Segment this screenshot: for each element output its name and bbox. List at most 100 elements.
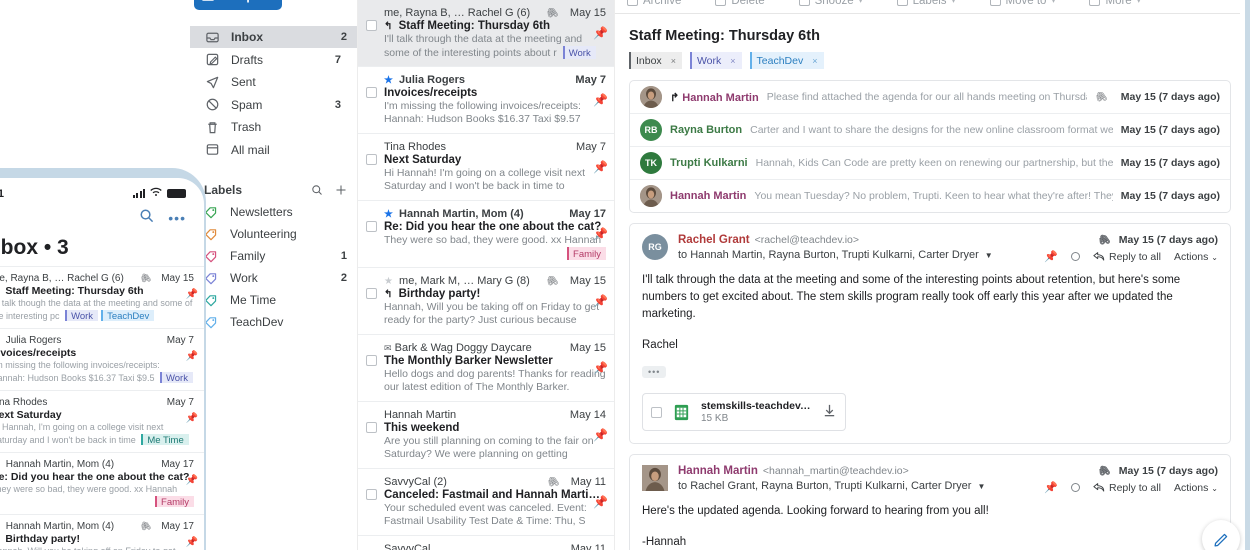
sidebar-label-work[interactable]: Work 2 [190, 267, 357, 289]
pin-icon[interactable]: 📌 [186, 351, 198, 362]
close-icon[interactable]: × [730, 56, 735, 66]
phone-compose-fab[interactable] [1202, 520, 1240, 550]
label-chip[interactable]: Family [155, 495, 194, 507]
phone-search-icon[interactable] [139, 208, 154, 228]
toolbar-more[interactable]: More ▾ [1089, 0, 1141, 7]
message-list-item[interactable]: Tina Rhodes May 7 Next Saturday Hi Hanna… [358, 134, 614, 201]
add-label-icon[interactable] [335, 184, 347, 196]
search-labels-icon[interactable] [311, 184, 323, 196]
thread-label-chip[interactable]: TeachDev × [749, 52, 824, 69]
sidebar-label-family[interactable]: Family 1 [190, 245, 357, 267]
collapsed-message-row[interactable]: TK Trupti Kulkarni Hannah, Kids Can Code… [630, 147, 1230, 180]
download-icon[interactable] [822, 403, 837, 421]
message-checkbox[interactable] [366, 288, 377, 299]
star-icon[interactable]: ★ [384, 209, 393, 220]
sidebar-label-volunteering[interactable]: Volunteering [190, 223, 357, 245]
message-checkbox[interactable] [366, 221, 377, 232]
sidebar-item-sent[interactable]: Sent [196, 71, 351, 93]
actions-menu[interactable]: Actions ⌄ [1174, 482, 1218, 494]
chevron-down-icon[interactable]: ▼ [977, 482, 985, 491]
sidebar-label-me-time[interactable]: Me Time [190, 289, 357, 311]
message-list-item[interactable]: me, Rayna B, … Rachel G (6) 🖇 May 15 ↰ S… [358, 0, 614, 67]
thread-label-chip[interactable]: Work × [689, 52, 742, 69]
message-list-item[interactable]: Hannah Martin May 14 This weekend Are yo… [358, 402, 614, 469]
pin-icon[interactable]: 📌 [186, 537, 198, 548]
phone-message-item[interactable]: Tina Rhodes May 7 Next Saturday Hi Hanna… [0, 390, 204, 452]
label-chip[interactable]: Work [65, 309, 99, 321]
message-list-item[interactable]: ✉ Bark & Wag Doggy Daycare May 15 The Mo… [358, 335, 614, 402]
collapsed-message-row[interactable]: ↱ Hannah Martin Please find attached the… [630, 81, 1230, 114]
collapsed-message-row[interactable]: RB Rayna Burton Carter and I want to sha… [630, 114, 1230, 147]
label-chip[interactable]: Family [567, 247, 606, 260]
avatar[interactable] [642, 465, 668, 491]
message-list-item[interactable]: ★ Hannah Martin, Mom (4) May 17 Re: Did … [358, 201, 614, 268]
message-checkbox[interactable] [366, 20, 377, 31]
pin-icon[interactable]: 📌 [593, 495, 608, 509]
message-list-item[interactable]: SavvyCal May 11 Tentative: Fastmail and … [358, 536, 614, 550]
phone-message-item[interactable]: ★ Hannah Martin, Mom (4) 🖇 May 17 ↰ Birt… [0, 514, 204, 550]
pin-icon[interactable]: 📌 [593, 227, 608, 241]
pin-icon[interactable]: 📌 [186, 475, 198, 486]
phone-message-item[interactable]: ★ Julia Rogers May 7 Invoices/receipts I… [0, 328, 204, 390]
toolbar-labels[interactable]: Labels ▾ [896, 0, 956, 7]
chevron-down-icon[interactable]: ▼ [985, 251, 993, 260]
reply-all-button[interactable]: Reply to all [1093, 482, 1161, 494]
label-chip[interactable]: Me Time [141, 433, 189, 445]
phone-message-list[interactable]: me, Rayna B, … Rachel G (6) 🖇 May 15 ↰ S… [0, 266, 204, 550]
attachment-card[interactable]: stemskills-teachdev.xlsx 15 KB [642, 393, 846, 431]
message-checkbox[interactable] [366, 489, 377, 500]
attachment-checkbox[interactable] [651, 406, 662, 418]
sidebar-item-trash[interactable]: Trash [196, 116, 351, 138]
message-checkbox[interactable] [366, 355, 377, 366]
toolbar-delete[interactable]: Delete [715, 0, 765, 7]
phone-message-item[interactable]: me, Rayna B, … Rachel G (6) 🖇 May 15 ↰ S… [0, 266, 204, 328]
collapsed-message-row[interactable]: Hannah Martin You mean Tuesday? No probl… [630, 180, 1230, 212]
pin-icon[interactable]: 📌 [593, 361, 608, 375]
star-icon[interactable]: ★ [384, 75, 393, 86]
message-checkbox[interactable] [366, 87, 377, 98]
avatar[interactable]: RB [640, 119, 662, 141]
avatar[interactable] [640, 86, 662, 108]
sidebar-label-newsletters[interactable]: Newsletters [190, 201, 357, 223]
message-list-item[interactable]: ★ me, Mark M, … Mary G (8) 🖇 May 15 ↰ Bi… [358, 268, 614, 335]
label-chip[interactable]: TeachDev [101, 309, 155, 321]
expand-quoted-button[interactable]: ••• [642, 366, 667, 378]
close-icon[interactable]: × [812, 56, 817, 66]
sidebar-item-inbox[interactable]: Inbox 2 [190, 26, 357, 48]
pin-icon[interactable]: 📌 [186, 289, 198, 300]
unread-toggle-icon[interactable] [1070, 252, 1080, 261]
avatar[interactable]: RG [642, 234, 668, 260]
pin-icon[interactable]: 📌 [593, 160, 608, 174]
toolbar-move-to[interactable]: Move to ▾ [989, 0, 1055, 7]
phone-message-item[interactable]: ★ Hannah Martin, Mom (4) May 17 Re: Did … [0, 452, 204, 514]
pin-icon[interactable]: 📌 [186, 413, 198, 424]
message-checkbox[interactable] [366, 422, 377, 433]
sidebar-label-teachdev[interactable]: TeachDev [190, 311, 357, 333]
pin-icon[interactable]: 📌 [593, 294, 608, 308]
unread-toggle-icon[interactable] [1070, 483, 1080, 492]
sidebar-item-spam[interactable]: Spam 3 [196, 94, 351, 116]
sidebar-item-drafts[interactable]: Drafts 7 [196, 49, 351, 71]
pin-icon[interactable]: 📌 [1044, 250, 1058, 263]
close-icon[interactable]: × [671, 56, 676, 66]
actions-menu[interactable]: Actions ⌄ [1174, 251, 1218, 263]
toolbar-archive[interactable]: Archive [627, 0, 681, 7]
label-chip[interactable]: Work [159, 371, 193, 383]
message-list[interactable]: me, Rayna B, … Rachel G (6) 🖇 May 15 ↰ S… [358, 0, 615, 550]
pin-icon[interactable]: 📌 [593, 93, 608, 107]
message-list-item[interactable]: ★ Julia Rogers May 7 Invoices/receipts I… [358, 67, 614, 134]
phone-more-icon[interactable]: ••• [168, 210, 186, 226]
pin-icon[interactable]: 📌 [1044, 481, 1058, 494]
pin-icon[interactable]: 📌 [593, 428, 608, 442]
avatar[interactable] [640, 185, 662, 207]
compose-button[interactable]: Compose [194, 0, 282, 10]
message-checkbox[interactable] [366, 154, 377, 165]
avatar[interactable]: TK [640, 152, 662, 174]
label-chip[interactable]: Work [562, 46, 596, 59]
message-list-item[interactable]: SavvyCal (2) 🖇 May 11 Canceled: Fastmail… [358, 469, 614, 536]
thread-label-chip[interactable]: Inbox × [629, 52, 682, 69]
star-icon[interactable]: ★ [384, 276, 393, 287]
toolbar-snooze[interactable]: Snooze ▾ [798, 0, 863, 7]
sidebar-item-all-mail[interactable]: All mail [196, 139, 351, 161]
reply-all-button[interactable]: Reply to all [1093, 251, 1161, 263]
